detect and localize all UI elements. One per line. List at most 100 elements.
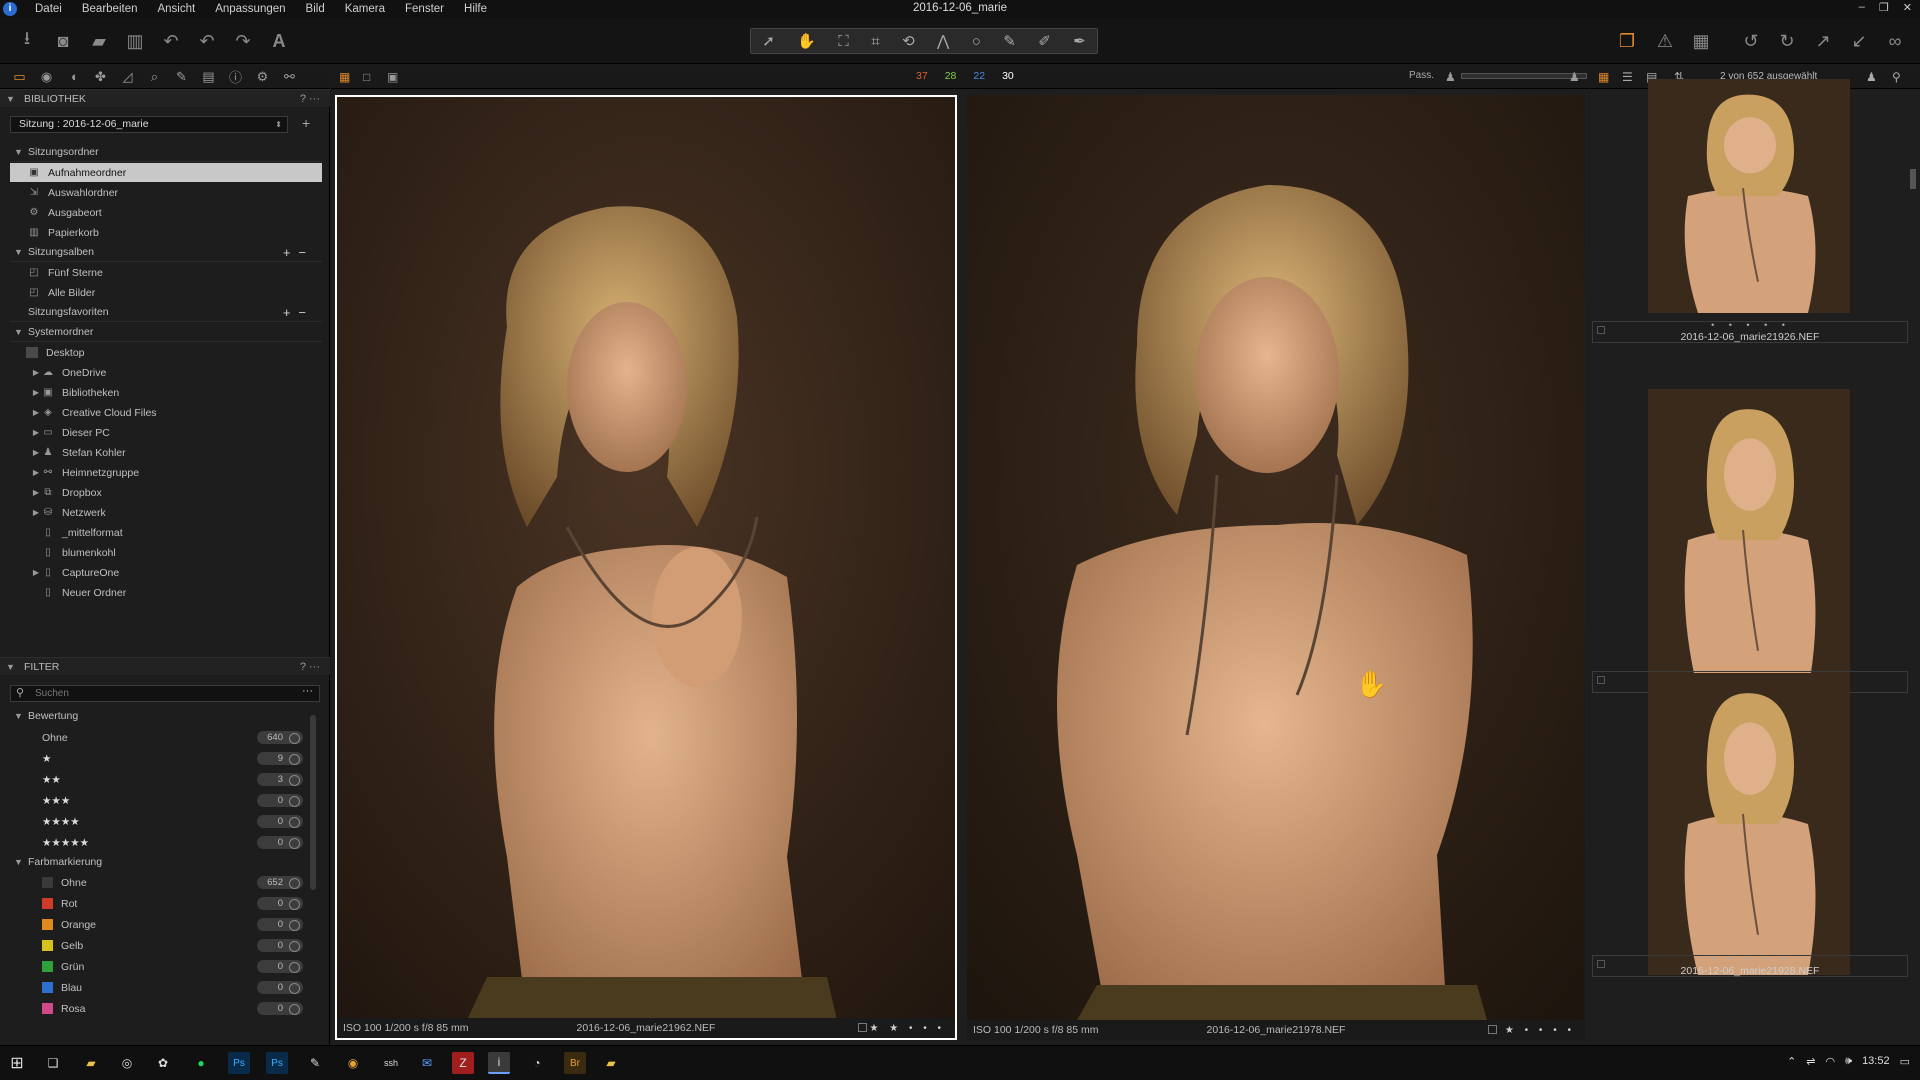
- color-tab-icon[interactable]: ✤: [87, 69, 114, 85]
- local-adjust-tab-icon[interactable]: ✎: [168, 69, 195, 85]
- rating-section[interactable]: ▼ Bewertung: [10, 706, 310, 725]
- chevron-right-icon[interactable]: ▶: [30, 468, 42, 477]
- batch-tab-icon[interactable]: ⚙: [249, 69, 276, 85]
- add-remove-album-buttons[interactable]: +−: [283, 245, 314, 260]
- folder-item-aufnahmeordner[interactable]: ▣ Aufnahmeordner: [10, 163, 322, 182]
- rating-filter-row[interactable]: ★★★★★ 0: [10, 832, 303, 853]
- chrome-alt-icon[interactable]: ◎: [116, 1052, 138, 1074]
- color-filter-row[interactable]: Rosa 0: [10, 998, 303, 1019]
- color-tag-section[interactable]: ▼ Farbmarkierung: [10, 852, 310, 871]
- photoshop-icon[interactable]: Ps: [228, 1052, 250, 1074]
- chevron-right-icon[interactable]: ▶: [30, 568, 42, 577]
- panel-options-icon[interactable]: ? ···: [300, 661, 320, 673]
- rotate-icon[interactable]: ⟲: [902, 32, 915, 50]
- session-favorites-section[interactable]: Sitzungsfavoriten +−: [10, 303, 322, 322]
- capture-one-app-icon[interactable]: i: [3, 2, 17, 16]
- viewer-photo-1[interactable]: ISO 100 1/200 s f/8 85 mm 2016-12-06_mar…: [335, 95, 957, 1040]
- export-icon[interactable]: ↗: [1810, 28, 1836, 54]
- system-item[interactable]: ▶ ▯ CaptureOne: [10, 563, 322, 582]
- menu-anpassungen[interactable]: Anpassungen: [205, 3, 295, 15]
- system-item[interactable]: ▶ ▭ Dieser PC: [10, 423, 322, 442]
- library-header[interactable]: ▼ BIBLIOTHEK ? ···: [0, 89, 330, 107]
- system-item[interactable]: ▶ ♟ Stefan Kohler: [10, 443, 322, 462]
- crop-icon[interactable]: ⌗: [871, 33, 879, 50]
- system-item[interactable]: ▯ _mittelformat: [10, 523, 322, 542]
- menu-datei[interactable]: Datei: [25, 3, 72, 15]
- star-rating[interactable]: ★ • • • •: [1505, 1025, 1575, 1036]
- spotify-icon[interactable]: ●: [190, 1052, 212, 1074]
- rotate-left-icon[interactable]: ↺: [1738, 28, 1764, 54]
- minimize-button[interactable]: –: [1859, 1, 1865, 14]
- browser-scrollbar[interactable]: [1910, 169, 1916, 189]
- undo-step-icon[interactable]: ↶: [194, 28, 220, 54]
- color-count-badge[interactable]: 0: [257, 897, 303, 910]
- panel-options-icon[interactable]: ? ···: [300, 93, 320, 105]
- maximize-button[interactable]: ❐: [1879, 1, 1889, 14]
- folder-app-icon[interactable]: ▰: [600, 1052, 622, 1074]
- system-item[interactable]: ▯ Neuer Ordner: [10, 583, 322, 602]
- wifi-icon[interactable]: ◠: [1826, 1055, 1836, 1068]
- chevron-right-icon[interactable]: ▶: [30, 488, 42, 497]
- filezilla-icon[interactable]: Z: [452, 1052, 474, 1074]
- search-icon[interactable]: ⚲: [1892, 70, 1901, 84]
- system-item[interactable]: ▶ ▣ Bibliotheken: [10, 383, 322, 402]
- star-rating[interactable]: • • • • •: [1593, 954, 1909, 964]
- color-count-badge[interactable]: 0: [257, 939, 303, 952]
- undo-icon[interactable]: ↶: [158, 28, 184, 54]
- lens-tab-icon[interactable]: ◖: [60, 69, 87, 84]
- color-count-badge[interactable]: 652: [257, 876, 303, 889]
- notification-icon[interactable]: ▭: [1900, 1055, 1910, 1068]
- primary-view-icon[interactable]: ▣: [387, 70, 398, 84]
- session-dropdown[interactable]: Sitzung : 2016-12-06_marie ⬍: [10, 116, 288, 133]
- stack-icon[interactable]: ❐: [1614, 28, 1640, 54]
- color-filter-row[interactable]: Grün 0: [10, 956, 303, 977]
- pan-icon[interactable]: ✋: [797, 32, 816, 50]
- rating-count-badge[interactable]: 0: [257, 815, 303, 828]
- metadata-tab-icon[interactable]: ▤: [195, 69, 222, 85]
- quick-tab-icon[interactable]: ⚯: [276, 69, 303, 85]
- system-item[interactable]: ▶ ◈ Creative Cloud Files: [10, 403, 322, 422]
- session-folders-section[interactable]: ▼ Sitzungsordner: [10, 143, 322, 162]
- select-checkbox[interactable]: [1488, 1025, 1497, 1034]
- import-icon[interactable]: ⭳: [14, 28, 40, 54]
- chevron-right-icon[interactable]: ▶: [30, 388, 42, 397]
- text-annotation-icon[interactable]: A: [266, 28, 292, 54]
- system-item[interactable]: ▶ ⧉ Dropbox: [10, 483, 322, 502]
- rating-filter-row[interactable]: Ohne 640: [10, 727, 303, 748]
- add-remove-favorite-buttons[interactable]: +−: [283, 305, 314, 320]
- chevron-right-icon[interactable]: ▶: [30, 508, 42, 517]
- chrome-icon[interactable]: ◉: [342, 1052, 364, 1074]
- rating-filter-row[interactable]: ★★★★ 0: [10, 811, 303, 832]
- system-item[interactable]: ▯ blumenkohl: [10, 543, 322, 562]
- add-session-button[interactable]: +: [302, 115, 310, 131]
- more-options-icon[interactable]: ···: [302, 684, 313, 699]
- eraser-icon[interactable]: ✐: [1038, 32, 1051, 50]
- single-view-icon[interactable]: □: [363, 70, 370, 84]
- chevron-right-icon[interactable]: ▶: [30, 428, 42, 437]
- loupe-icon[interactable]: ⛶: [838, 33, 849, 50]
- network-icon[interactable]: ⇌: [1806, 1055, 1815, 1068]
- color-filter-row[interactable]: Ohne 652: [10, 872, 303, 893]
- spot-icon[interactable]: ○: [972, 33, 981, 50]
- details-tab-icon[interactable]: ⌕: [141, 69, 168, 85]
- app-icon[interactable]: ✿: [152, 1052, 174, 1074]
- rating-filter-row[interactable]: ★★★ 0: [10, 790, 303, 811]
- color-count-badge[interactable]: 0: [257, 918, 303, 931]
- rating-filter-row[interactable]: ★★ 3: [10, 769, 303, 790]
- user-icon[interactable]: ♟: [1866, 70, 1877, 84]
- folder-icon[interactable]: ▰: [86, 28, 112, 54]
- capture-one-task-icon[interactable]: i: [488, 1052, 510, 1074]
- grid-view-icon[interactable]: ▦: [1598, 70, 1609, 84]
- camera-icon[interactable]: ◙: [50, 28, 76, 54]
- rating-count-badge[interactable]: 3: [257, 773, 303, 786]
- folder-item-papierkorb[interactable]: ▥ Papierkorb: [10, 223, 322, 242]
- session-albums-section[interactable]: ▼ Sitzungsalben +−: [10, 243, 322, 262]
- color-filter-row[interactable]: Orange 0: [10, 914, 303, 935]
- task-view-icon[interactable]: ❑: [42, 1052, 64, 1074]
- system-item[interactable]: ▶ ⚯ Heimnetzgruppe: [10, 463, 322, 482]
- clock[interactable]: 13:52: [1862, 1055, 1890, 1068]
- volume-icon[interactable]: 🕪: [1845, 1055, 1852, 1068]
- rating-count-badge[interactable]: 0: [257, 794, 303, 807]
- redo-icon[interactable]: ↷: [230, 28, 256, 54]
- color-count-badge[interactable]: 0: [257, 981, 303, 994]
